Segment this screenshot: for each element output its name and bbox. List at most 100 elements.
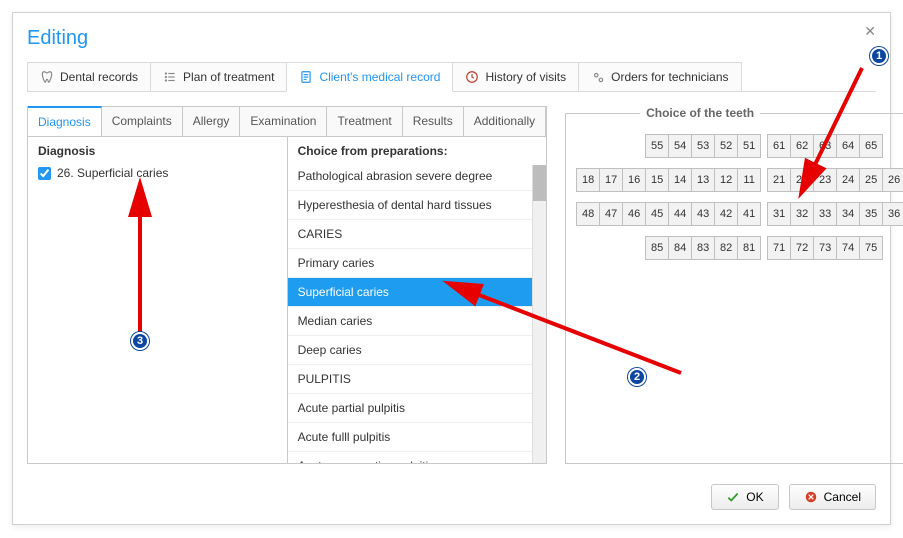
- prep-item[interactable]: Median caries: [288, 307, 547, 336]
- tooth-12[interactable]: 12: [714, 168, 738, 192]
- cancel-button[interactable]: Cancel: [789, 484, 876, 510]
- tooth-45[interactable]: 45: [645, 202, 669, 226]
- tooth-44[interactable]: 44: [668, 202, 692, 226]
- tooth-16[interactable]: 16: [622, 168, 646, 192]
- prep-item[interactable]: PULPITIS: [288, 365, 547, 394]
- tooth-71[interactable]: 71: [767, 236, 791, 260]
- prep-item[interactable]: Pathological abrasion severe degree: [288, 162, 547, 191]
- tooth-13[interactable]: 13: [691, 168, 715, 192]
- list-icon: [163, 70, 177, 84]
- tooth-55[interactable]: 55: [645, 134, 669, 158]
- teeth-grid: 5554535251616263646518171615141312112122…: [576, 134, 903, 260]
- tooth-26[interactable]: 26: [882, 168, 903, 192]
- subtab-results[interactable]: Results: [403, 107, 464, 136]
- tooth-64[interactable]: 64: [836, 134, 860, 158]
- tooth-31[interactable]: 31: [767, 202, 791, 226]
- subtab-allergy[interactable]: Allergy: [183, 107, 241, 136]
- tooth-23[interactable]: 23: [813, 168, 837, 192]
- tooth-84[interactable]: 84: [668, 236, 692, 260]
- prep-item[interactable]: Acute fulll pulpitis: [288, 423, 547, 452]
- tooth-36[interactable]: 36: [882, 202, 903, 226]
- scrollbar-thumb[interactable]: [533, 165, 546, 201]
- prep-item[interactable]: Hyperesthesia of dental hard tissues: [288, 191, 547, 220]
- tooth-15[interactable]: 15: [645, 168, 669, 192]
- teeth-quadrant: 6162636465: [767, 134, 883, 158]
- left-pane: Diagnosis Complaints Allergy Examination…: [27, 106, 547, 464]
- tooth-32[interactable]: 32: [790, 202, 814, 226]
- teeth-quadrant: 4847464544434241: [576, 202, 761, 226]
- tooth-21[interactable]: 21: [767, 168, 791, 192]
- prep-item[interactable]: CARIES: [288, 220, 547, 249]
- diagnosis-heading: Diagnosis: [28, 137, 287, 162]
- tooth-75[interactable]: 75: [859, 236, 883, 260]
- teeth-legend: Choice of the teeth: [640, 106, 760, 120]
- teeth-quadrant: 1817161514131211: [576, 168, 761, 192]
- teeth-quadrant: 5554535251: [645, 134, 761, 158]
- document-icon: [299, 70, 313, 84]
- cancel-icon: [804, 490, 818, 504]
- preparations-list[interactable]: Pathological abrasion severe degree Hype…: [288, 162, 547, 463]
- tooth-47[interactable]: 47: [599, 202, 623, 226]
- tooth-63[interactable]: 63: [813, 134, 837, 158]
- tooth-61[interactable]: 61: [767, 134, 791, 158]
- prep-item[interactable]: Deep caries: [288, 336, 547, 365]
- prep-item[interactable]: Primary caries: [288, 249, 547, 278]
- tooth-83[interactable]: 83: [691, 236, 715, 260]
- tooth-22[interactable]: 22: [790, 168, 814, 192]
- scrollbar[interactable]: [532, 165, 546, 463]
- diagnosis-checkbox[interactable]: [38, 167, 51, 180]
- prep-item[interactable]: Acute partial pulpitis: [288, 394, 547, 423]
- tooth-81[interactable]: 81: [737, 236, 761, 260]
- prep-item[interactable]: Acute suppurative pulpitis: [288, 452, 547, 463]
- tab-clients-medical-record[interactable]: Client's medical record: [286, 62, 453, 92]
- dialog-title: Editing: [27, 27, 876, 50]
- tooth-43[interactable]: 43: [691, 202, 715, 226]
- subtab-treatment[interactable]: Treatment: [327, 107, 402, 136]
- tooth-82[interactable]: 82: [714, 236, 738, 260]
- tab-dental-records[interactable]: Dental records: [27, 62, 151, 91]
- tooth-73[interactable]: 73: [813, 236, 837, 260]
- tooth-72[interactable]: 72: [790, 236, 814, 260]
- tab-orders[interactable]: Orders for technicians: [578, 62, 741, 91]
- teeth-panel: Choice of the teeth 55545352516162636465…: [565, 106, 903, 464]
- tooth-53[interactable]: 53: [691, 134, 715, 158]
- tooth-54[interactable]: 54: [668, 134, 692, 158]
- tooth-48[interactable]: 48: [576, 202, 600, 226]
- tab-history-of-visits[interactable]: History of visits: [452, 62, 579, 91]
- ok-label: OK: [746, 490, 763, 504]
- subtab-examination[interactable]: Examination: [240, 107, 327, 136]
- history-icon: [465, 70, 479, 84]
- preparations-column: Choice from preparations: Pathological a…: [288, 137, 547, 463]
- prep-item-selected[interactable]: Superficial caries: [288, 278, 547, 307]
- tooth-51[interactable]: 51: [737, 134, 761, 158]
- tooth-52[interactable]: 52: [714, 134, 738, 158]
- tooth-65[interactable]: 65: [859, 134, 883, 158]
- tooth-18[interactable]: 18: [576, 168, 600, 192]
- subtab-diagnosis[interactable]: Diagnosis: [28, 106, 102, 136]
- tooth-41[interactable]: 41: [737, 202, 761, 226]
- tooth-46[interactable]: 46: [622, 202, 646, 226]
- tooth-24[interactable]: 24: [836, 168, 860, 192]
- tooth-33[interactable]: 33: [813, 202, 837, 226]
- tooth-34[interactable]: 34: [836, 202, 860, 226]
- tooth-11[interactable]: 11: [737, 168, 761, 192]
- tooth-74[interactable]: 74: [836, 236, 860, 260]
- ok-button[interactable]: OK: [711, 484, 778, 510]
- preparations-heading: Choice from preparations:: [288, 137, 547, 162]
- close-icon[interactable]: ✕: [864, 23, 876, 40]
- tooth-14[interactable]: 14: [668, 168, 692, 192]
- tooth-icon: [40, 70, 54, 84]
- two-col: Diagnosis 26. Superficial caries 3 Choic…: [28, 137, 546, 463]
- diagnosis-item[interactable]: 26. Superficial caries: [28, 162, 287, 184]
- tooth-42[interactable]: 42: [714, 202, 738, 226]
- tooth-17[interactable]: 17: [599, 168, 623, 192]
- subtab-complaints[interactable]: Complaints: [102, 107, 183, 136]
- subtab-additionally[interactable]: Additionally: [464, 107, 546, 136]
- annotation-marker-2: 2: [628, 368, 646, 386]
- tab-plan-of-treatment[interactable]: Plan of treatment: [150, 62, 287, 91]
- check-icon: [726, 490, 740, 504]
- tooth-85[interactable]: 85: [645, 236, 669, 260]
- tooth-25[interactable]: 25: [859, 168, 883, 192]
- tooth-62[interactable]: 62: [790, 134, 814, 158]
- tooth-35[interactable]: 35: [859, 202, 883, 226]
